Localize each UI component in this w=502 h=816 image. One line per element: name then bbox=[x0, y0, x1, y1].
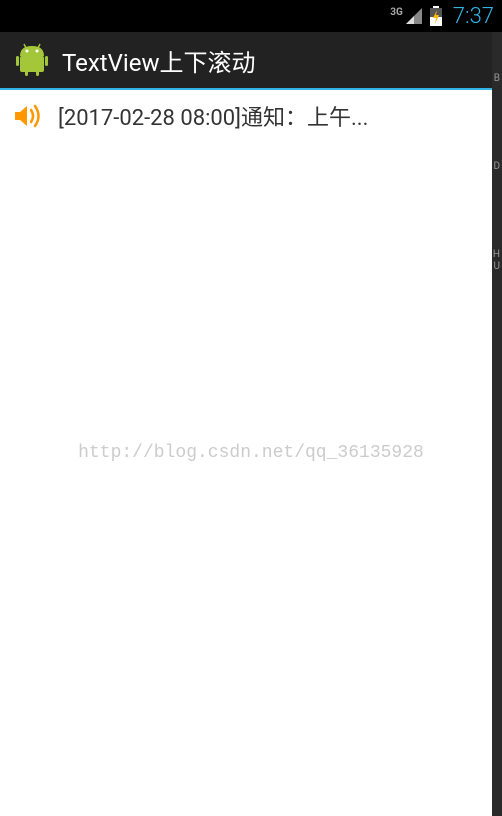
speaker-icon bbox=[12, 101, 42, 131]
content-area: [2017-02-28 08:00]通知：上午... http://blog.c… bbox=[0, 90, 502, 816]
network-type-label: 3G bbox=[390, 7, 403, 18]
watermark: http://blog.csdn.net/qq_36135928 bbox=[78, 443, 424, 463]
app-title: TextView上下滚动 bbox=[62, 43, 256, 78]
screen-edge-overlay: B D H U bbox=[492, 32, 502, 816]
battery-icon bbox=[429, 6, 443, 26]
edge-label: D bbox=[493, 162, 500, 172]
android-app-icon bbox=[14, 42, 50, 78]
edge-label: U bbox=[494, 262, 500, 272]
device-screen: 3G 7:37 bbox=[0, 0, 502, 816]
edge-label: B bbox=[494, 74, 500, 84]
notification-row[interactable]: [2017-02-28 08:00]通知：上午... bbox=[0, 90, 502, 142]
action-bar: TextView上下滚动 bbox=[0, 32, 502, 90]
clock: 7:37 bbox=[453, 4, 494, 29]
notification-text: [2017-02-28 08:00]通知：上午... bbox=[58, 100, 490, 132]
status-bar: 3G 7:37 bbox=[0, 0, 502, 32]
edge-label: H bbox=[493, 250, 500, 260]
signal-icon bbox=[405, 7, 423, 25]
